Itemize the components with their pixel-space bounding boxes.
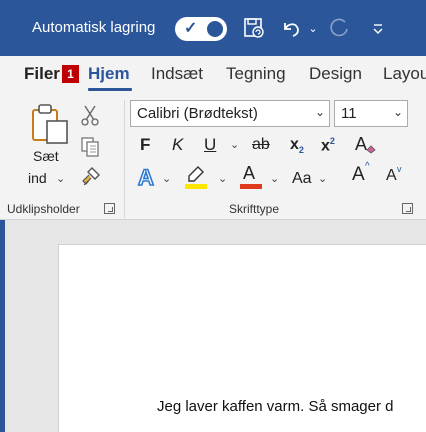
group-separator xyxy=(124,100,125,218)
tab-design[interactable]: Design xyxy=(309,64,362,84)
svg-text:A: A xyxy=(138,165,154,189)
shrink-font-label: A xyxy=(386,167,397,184)
title-bar: Automatisk lagring ✓ ⌄ xyxy=(0,0,426,56)
toggle-knob xyxy=(207,21,223,37)
autosave-label: Automatisk lagring xyxy=(32,19,156,36)
strikethrough-button[interactable]: ab xyxy=(252,136,270,154)
tab-layout[interactable]: Layou xyxy=(383,64,426,84)
window-edge xyxy=(0,220,5,432)
text-effects-dropdown-icon[interactable]: ⌄ xyxy=(162,172,171,185)
keytip-badge: 1 xyxy=(62,65,79,83)
change-case-button[interactable]: Aa xyxy=(292,170,312,188)
tab-home[interactable]: Hjem xyxy=(88,64,130,84)
font-color-bar xyxy=(240,184,262,189)
format-painter-icon[interactable] xyxy=(80,166,102,193)
redo-icon xyxy=(326,14,354,42)
italic-button[interactable]: K xyxy=(172,135,183,155)
active-tab-indicator xyxy=(88,88,132,91)
paste-dropdown-icon[interactable]: ⌄ xyxy=(56,172,65,185)
superscript-mark: 2 xyxy=(329,136,335,146)
shrink-font-button[interactable]: A v xyxy=(386,164,402,185)
highlight-dropdown-icon[interactable]: ⌄ xyxy=(218,172,227,185)
tab-insert[interactable]: Indsæt xyxy=(151,64,203,84)
clipboard-group-label: Udklipsholder xyxy=(7,202,80,216)
chevron-down-icon[interactable]: ⌄ xyxy=(393,105,403,119)
paste-icon[interactable] xyxy=(30,103,70,150)
eraser-icon xyxy=(366,145,376,154)
font-size-value: 11 xyxy=(341,105,357,122)
paste-label-line2[interactable]: ind xyxy=(28,170,47,186)
undo-dropdown-icon[interactable]: ⌄ xyxy=(306,14,320,42)
autosave-toggle[interactable]: ✓ xyxy=(175,17,227,41)
underline-button[interactable]: U xyxy=(204,135,216,155)
highlight-color-bar xyxy=(185,184,207,189)
tab-draw[interactable]: Tegning xyxy=(226,64,286,84)
undo-icon[interactable] xyxy=(278,14,304,42)
superscript-button[interactable]: x2 xyxy=(321,136,335,155)
text-effects-icon[interactable]: A xyxy=(136,164,160,194)
font-color-button[interactable]: A xyxy=(240,162,262,190)
document-text[interactable]: Jeg laver kaffen varm. Så smager d xyxy=(157,398,426,415)
arrow-down-icon: v xyxy=(397,164,402,174)
subscript-button[interactable]: x2 xyxy=(290,136,304,155)
highlight-button[interactable] xyxy=(184,164,208,195)
font-name-box[interactable]: Calibri (Brødtekst) ⌄ xyxy=(130,100,330,127)
bold-button[interactable]: F xyxy=(140,135,150,155)
tab-file[interactable]: Filer xyxy=(24,64,60,84)
clipboard-launcher-icon[interactable] xyxy=(104,203,115,214)
grow-font-button[interactable]: A ^ xyxy=(352,161,370,186)
grow-font-label: A xyxy=(352,164,365,185)
paste-label[interactable]: Sæt xyxy=(33,148,59,164)
font-color-label: A xyxy=(243,163,256,183)
subscript-label: x xyxy=(290,136,299,153)
font-name-value: Calibri (Brødtekst) xyxy=(137,105,258,122)
underline-dropdown-icon[interactable]: ⌄ xyxy=(230,138,239,151)
copy-icon[interactable] xyxy=(79,136,101,163)
save-icon[interactable] xyxy=(240,14,268,42)
arrow-up-icon: ^ xyxy=(365,161,370,172)
checkmark-icon: ✓ xyxy=(184,20,198,37)
font-launcher-icon[interactable] xyxy=(402,203,413,214)
customize-toolbar-icon[interactable] xyxy=(368,14,388,42)
change-case-dropdown-icon[interactable]: ⌄ xyxy=(318,172,327,185)
chevron-down-icon[interactable]: ⌄ xyxy=(315,105,325,119)
font-color-dropdown-icon[interactable]: ⌄ xyxy=(270,172,279,185)
font-size-box[interactable]: 11 ⌄ xyxy=(334,100,408,127)
font-group-label: Skrifttype xyxy=(229,202,280,216)
clear-formatting-button[interactable]: A xyxy=(355,134,376,155)
subscript-mark: 2 xyxy=(298,145,304,156)
superscript-label: x xyxy=(321,137,330,155)
cut-icon[interactable] xyxy=(80,104,100,131)
